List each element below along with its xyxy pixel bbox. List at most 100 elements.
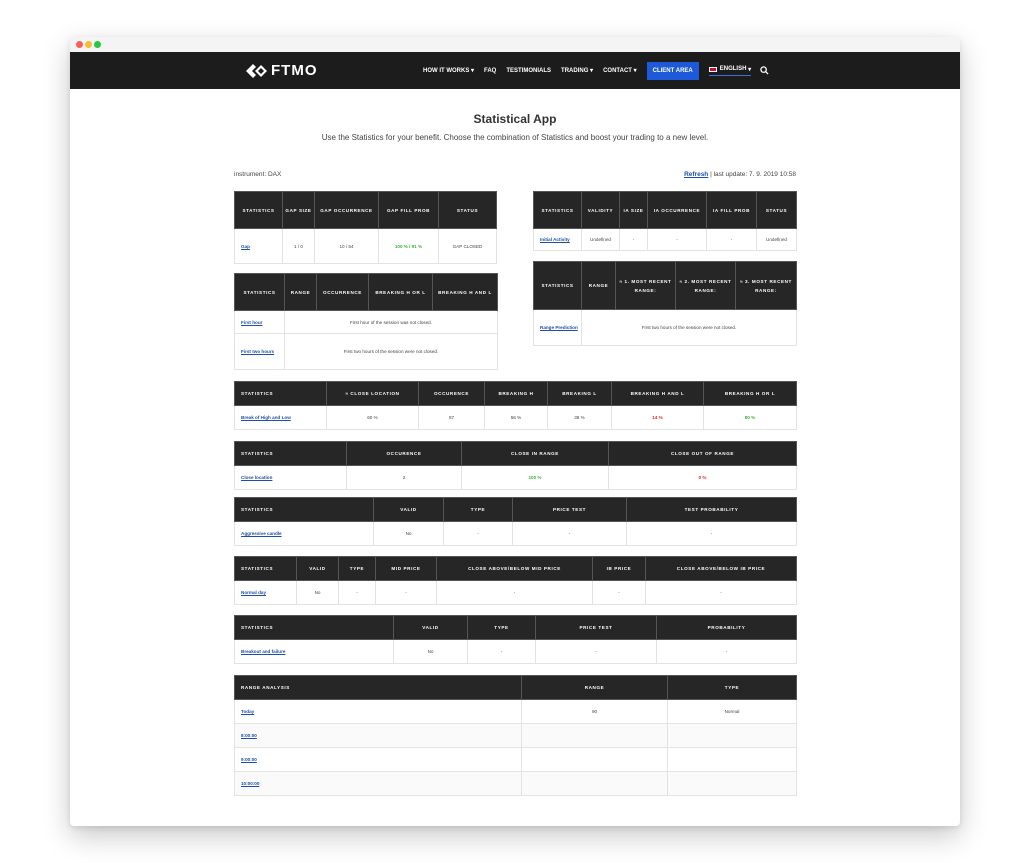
table-header: VALIDITY: [581, 191, 620, 229]
table-header: GAP OCCURRENCE: [314, 191, 379, 229]
table-header: CLOSE ABOVE/BELOW IB PRICE: [645, 556, 797, 581]
table-cell: 1 / 0: [282, 228, 315, 264]
refresh-link[interactable]: Refresh: [684, 171, 708, 178]
range-analysis-table: RANGE ANALYSIS RANGE TYPE Today 90 Norma…: [234, 675, 797, 796]
table-header: GAP SIZE: [282, 191, 315, 229]
table-cell: Undefined: [756, 228, 797, 251]
menu-faq[interactable]: FAQ: [484, 68, 496, 74]
aggressive-candle-table: STATISTICS VALID TYPE PRICE TEST TEST PR…: [234, 497, 797, 546]
table-cell: 9:00:00: [234, 747, 522, 772]
table-header: PRICE TEST: [535, 615, 657, 640]
main-menu: HOW IT WORKS ▾ FAQ TESTIMONIALS TRADING …: [423, 52, 769, 89]
menu-contact[interactable]: CONTACT ▾: [603, 67, 637, 74]
minimize-window-icon[interactable]: [85, 41, 92, 48]
range-prediction-link[interactable]: Range Prediction: [540, 325, 578, 330]
page-subtitle: Use the Statistics for your benefit. Cho…: [321, 133, 709, 142]
initial-activity-table: STATISTICS VALIDITY IA SIZE IA OCCURRENC…: [533, 191, 797, 251]
range-10-link[interactable]: 10:00:00: [241, 781, 259, 786]
table-cell: Normal: [667, 699, 797, 724]
table-cell: 10 / 54: [314, 228, 379, 264]
table-cell: First two hours: [234, 333, 285, 370]
gap-link[interactable]: Gap: [241, 244, 250, 249]
close-window-icon[interactable]: [76, 41, 83, 48]
aggressive-candle-link[interactable]: Aggressive candle: [241, 531, 282, 536]
table-header: VALID: [393, 615, 468, 640]
table-cell: [521, 747, 668, 772]
table-cell: First two hours of the session were not …: [581, 309, 797, 346]
table-header: STATISTICS: [234, 441, 347, 466]
table-header: OCCURRENCE: [316, 273, 369, 311]
table-cell: Gap: [234, 228, 283, 264]
table-cell: Initial Activity: [533, 228, 582, 251]
table-header: TYPE: [467, 615, 536, 640]
table-header: RANGE ANALYSIS: [234, 675, 522, 700]
table-header: RANGE: [521, 675, 668, 700]
table-header: STATISTICS: [234, 273, 285, 311]
table-cell: Close location: [234, 465, 347, 490]
range-8-link[interactable]: 8:00:00: [241, 733, 257, 738]
table-cell: 38 %: [547, 405, 612, 430]
uk-flag-icon: [708, 66, 717, 72]
table-header: BREAKING H: [484, 381, 548, 406]
table-cell: First hour of the session was not closed…: [284, 310, 498, 334]
table-cell: Normal day: [234, 580, 297, 605]
table-header: GAP FILL PROB: [378, 191, 439, 229]
table-cell: -: [592, 580, 646, 605]
table-cell: -: [375, 580, 437, 605]
table-header: TEST PROBABILITY: [626, 497, 797, 522]
table-cell: Undefined: [581, 228, 620, 251]
table-cell: -: [656, 639, 797, 664]
table-cell: 10:00:00: [234, 771, 522, 796]
table-cell: 87: [418, 405, 485, 430]
range-today-link[interactable]: Today: [241, 709, 254, 714]
chevron-down-icon: ▾: [471, 68, 475, 74]
breaking-table: STATISTICS RANGE OCCURRENCE BREAKING H O…: [234, 273, 498, 370]
maximize-window-icon[interactable]: [94, 41, 101, 48]
ftmo-logo[interactable]: FTMO: [246, 62, 318, 79]
table-header: STATISTICS: [234, 381, 327, 406]
table-cell: No: [393, 639, 468, 664]
table-cell: No: [296, 580, 339, 605]
menu-testimonials[interactable]: TESTIMONIALS: [506, 68, 551, 74]
table-cell: Breakout and failure: [234, 639, 394, 664]
table-header: RANGE: [581, 261, 616, 310]
break-high-low-link[interactable]: Break of High and Low: [241, 415, 291, 420]
table-header: TYPE: [338, 556, 376, 581]
language-label: ENGLISH: [719, 66, 747, 72]
table-cell: 100 %: [461, 465, 609, 490]
search-icon[interactable]: [760, 66, 769, 75]
table-header: STATISTICS: [234, 556, 297, 581]
table-cell: No: [373, 521, 444, 546]
table-cell: -: [626, 521, 797, 546]
menu-trading[interactable]: TRADING ▾: [561, 67, 593, 74]
initial-activity-link[interactable]: Initial Activity: [540, 237, 570, 242]
first-two-hours-link[interactable]: First two hours: [241, 349, 274, 354]
table-cell: -: [443, 521, 513, 546]
table-header: RANGE: [284, 273, 317, 311]
language-selector[interactable]: ENGLISH ▾: [708, 66, 752, 76]
table-header: ≈ CLOSE LOCATION: [326, 381, 419, 406]
table-cell: -: [436, 580, 593, 605]
normal-day-link[interactable]: Normal day: [241, 590, 266, 595]
table-cell: [667, 771, 797, 796]
table-cell: [521, 723, 668, 748]
range-9-link[interactable]: 9:00:00: [241, 757, 257, 762]
table-header: STATISTICS: [533, 191, 582, 229]
client-area-button[interactable]: CLIENT AREA: [646, 61, 699, 80]
table-header: IB PRICE: [592, 556, 646, 581]
first-hour-link[interactable]: First hour: [241, 320, 262, 325]
table-cell: Range Prediction: [533, 309, 582, 346]
table-cell: -: [338, 580, 376, 605]
close-location-link[interactable]: Close location: [241, 475, 272, 480]
table-cell: GAP CLOSED: [438, 228, 497, 264]
table-header: CLOSE OUT OF RANGE: [608, 441, 797, 466]
table-cell: 2: [346, 465, 462, 490]
table-cell: -: [706, 228, 757, 251]
chevron-down-icon: ▾: [748, 66, 752, 73]
table-header: BREAKING H OR L: [703, 381, 797, 406]
breakout-failure-link[interactable]: Breakout and failure: [241, 649, 285, 654]
table-cell: Break of High and Low: [234, 405, 327, 430]
table-header: STATISTICS: [234, 615, 394, 640]
table-cell: 0 %: [608, 465, 797, 490]
menu-how-it-works[interactable]: HOW IT WORKS ▾: [423, 67, 474, 74]
